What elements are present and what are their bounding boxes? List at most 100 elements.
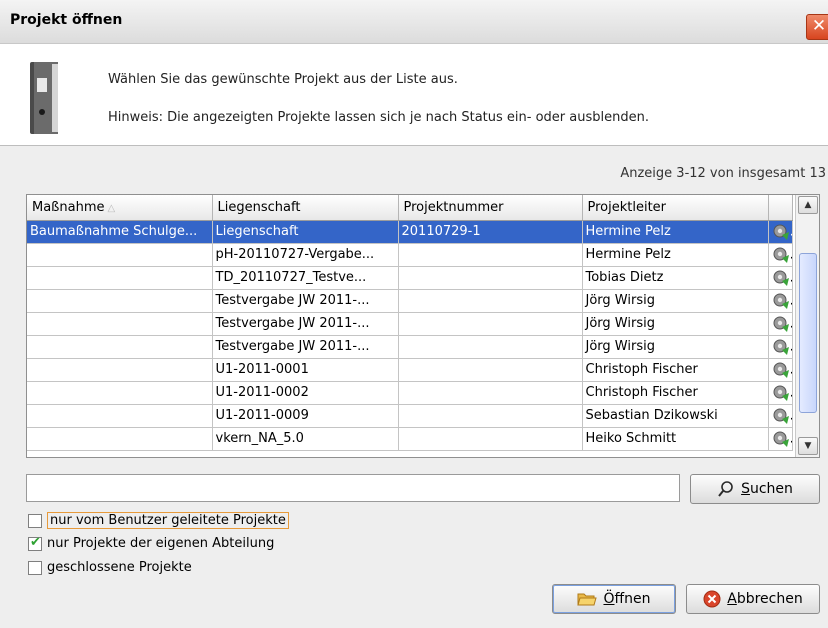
cell-projektnummer [398,289,583,313]
cell-projektnummer [398,266,583,290]
cell-massnahme: Baumaßnahme Schulge... [27,220,213,244]
cell-projektnummer [398,243,583,267]
open-button-label: Öffnen [603,591,651,607]
search-input[interactable] [26,474,680,502]
table-row[interactable]: pH-20110727-Vergabe... Hermine Pelz [27,243,793,267]
table-row[interactable]: vkern_NA_5.0 Heiko Schmitt [27,427,793,451]
gear-icon [773,431,789,447]
column-header-icon [768,195,793,221]
cell-icon [768,404,793,428]
vertical-scrollbar[interactable]: ▲ ▼ [795,195,819,457]
cell-projektleiter: Jörg Wirsig [582,335,769,359]
cell-projektnummer: 20110729-1 [398,220,583,244]
gear-icon [773,293,789,309]
table-row[interactable]: U1-2011-0001 Christoph Fischer [27,358,793,382]
table-row[interactable]: Testvergabe JW 2011-... Jörg Wirsig [27,289,793,313]
cancel-button[interactable]: Abbrechen [686,584,820,614]
filter-department-checkbox[interactable] [28,535,42,551]
gear-icon [773,408,789,424]
gear-icon [773,270,789,286]
cell-massnahme [27,312,213,336]
cell-icon [768,427,793,451]
dialog-header: Wählen Sie das gewünschte Projekt aus de… [0,44,828,146]
header-instruction: Wählen Sie das gewünschte Projekt aus de… [108,72,458,87]
column-header-massnahme[interactable]: Maßnahme △ [27,195,213,221]
cell-projektnummer [398,358,583,382]
column-header-projektleiter[interactable]: Projektleiter [582,195,769,221]
gear-icon [773,362,789,378]
filter-department-label: nur Projekte der eigenen Abteilung [47,536,275,551]
close-button[interactable]: ✕ [806,14,828,40]
cell-projektnummer [398,312,583,336]
cell-massnahme [27,404,213,428]
scroll-thumb[interactable] [799,253,817,413]
cell-liegenschaft: Liegenschaft [212,220,399,244]
cell-liegenschaft: pH-20110727-Vergabe... [212,243,399,267]
cell-projektleiter: Heiko Schmitt [582,427,769,451]
cell-icon [768,220,793,244]
sort-indicator: △ [107,202,116,214]
cell-icon [768,381,793,405]
cell-icon [768,358,793,382]
scroll-down-button[interactable]: ▼ [798,437,818,455]
column-header-projektnummer[interactable]: Projektnummer [398,195,583,221]
cell-projektleiter: Hermine Pelz [582,220,769,244]
cell-liegenschaft: Testvergabe JW 2011-... [212,289,399,313]
title-bar[interactable]: Projekt öffnen ✕ [0,0,828,44]
gear-icon [773,224,789,240]
cell-massnahme [27,427,213,451]
filter-own-projects[interactable]: nur vom Benutzer geleitete Projekte [28,512,289,529]
cell-projektleiter: Christoph Fischer [582,381,769,405]
cell-projektnummer [398,404,583,428]
cell-projektnummer [398,427,583,451]
table-row[interactable]: Baumaßnahme Schulge... Liegenschaft 201107… [27,220,793,244]
cell-icon [768,312,793,336]
cell-icon [768,335,793,359]
dialog-window: Projekt öffnen ✕ Wählen Sie das gewünsch… [0,0,828,628]
cell-liegenschaft: Testvergabe JW 2011-... [212,312,399,336]
gear-icon [773,247,789,263]
table-row[interactable]: Testvergabe JW 2011-... Jörg Wirsig [27,335,793,359]
filter-own-projects-checkbox[interactable] [28,513,42,528]
table-row[interactable]: U1-2011-0002 Christoph Fischer [27,381,793,405]
filter-closed-checkbox[interactable] [28,560,42,575]
gear-icon [773,385,789,401]
cell-liegenschaft: vkern_NA_5.0 [212,427,399,451]
cell-liegenschaft: U1-2011-0001 [212,358,399,382]
cell-icon [768,266,793,290]
project-table: Maßnahme △ Liegenschaft Projektnummer Pro… [26,194,820,458]
cell-projektleiter: Christoph Fischer [582,358,769,382]
table-header-row: Maßnahme △ Liegenschaft Projektnummer Pro… [27,195,793,221]
table-row[interactable]: Testvergabe JW 2011-... Jörg Wirsig [27,312,793,336]
search-button[interactable]: Suchen [690,474,820,504]
scroll-up-button[interactable]: ▲ [798,196,818,214]
open-button[interactable]: Öffnen [552,584,676,614]
filter-closed[interactable]: geschlossene Projekte [28,560,192,575]
column-header-liegenschaft[interactable]: Liegenschaft [212,195,399,221]
cancel-button-label: Abbrechen [727,591,803,607]
gear-icon [773,316,789,332]
table-row[interactable]: TD_20110727_Testve... Tobias Dietz [27,266,793,290]
table-row[interactable]: U1-2011-0009 Sebastian Dzikowski [27,404,793,428]
cell-liegenschaft: Testvergabe JW 2011-... [212,335,399,359]
cell-massnahme [27,266,213,290]
record-counter: Anzeige 3-12 von insgesamt 13 [620,166,826,181]
cell-icon [768,289,793,313]
cell-icon [768,243,793,267]
cell-liegenschaft: U1-2011-0002 [212,381,399,405]
cell-projektnummer [398,381,583,405]
cell-liegenschaft: TD_20110727_Testve... [212,266,399,290]
window-title: Projekt öffnen [10,12,123,28]
filter-department[interactable]: nur Projekte der eigenen Abteilung [28,535,275,551]
cell-projektleiter: Jörg Wirsig [582,289,769,313]
search-button-label: Suchen [741,481,793,497]
cell-projektleiter: Sebastian Dzikowski [582,404,769,428]
cell-massnahme [27,243,213,267]
header-hint: Hinweis: Die angezeigten Projekte lassen… [108,110,649,125]
magnifier-icon [718,481,733,497]
cell-massnahme [27,381,213,405]
cancel-icon [703,590,721,608]
cell-projektleiter: Hermine Pelz [582,243,769,267]
cell-massnahme [27,289,213,313]
filter-closed-label: geschlossene Projekte [47,560,192,575]
